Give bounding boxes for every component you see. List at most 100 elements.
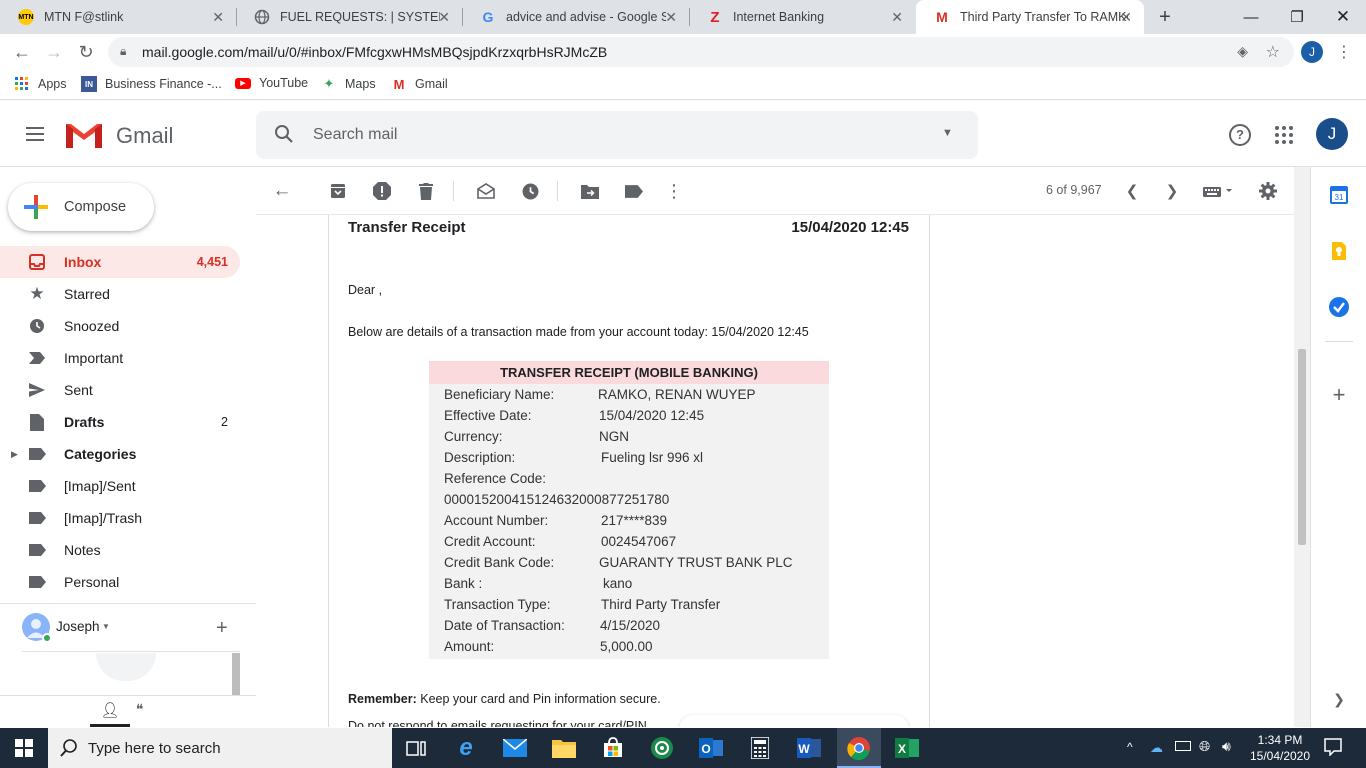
sidebar-item-personal[interactable]: Personal xyxy=(0,566,240,598)
delete-icon[interactable] xyxy=(414,179,438,203)
sidebar-item-imap-trash[interactable]: [Imap]/Trash xyxy=(0,502,240,534)
sidebar-item-inbox[interactable]: Inbox 4,451 xyxy=(0,246,240,278)
tab-gmail-active[interactable]: M Third Party Transfer To RAMKO ✕ xyxy=(916,0,1144,34)
back-icon[interactable]: ← xyxy=(10,40,34,64)
show-hidden-icons-icon[interactable]: ^ xyxy=(1127,740,1133,754)
bookmark-gmail[interactable]: M Gmail xyxy=(391,76,448,92)
notifications-icon[interactable] xyxy=(1324,738,1342,759)
reload-icon[interactable]: ↻ xyxy=(74,40,98,64)
search-options-icon[interactable]: ▼ xyxy=(942,127,953,139)
network-globe-icon[interactable]: 🌐︎ xyxy=(1199,738,1210,755)
sidebar-item-snoozed[interactable]: Snoozed xyxy=(0,310,240,342)
gmail-logo-icon[interactable] xyxy=(64,120,104,150)
expand-arrow-icon[interactable]: ▶ xyxy=(11,449,18,460)
windows-start-icon[interactable] xyxy=(12,736,36,760)
new-tab-icon[interactable]: + xyxy=(1154,6,1176,28)
user-dropdown-icon[interactable]: ▼ xyxy=(102,622,110,631)
chrome-icon[interactable] xyxy=(847,736,871,760)
bookmark-maps[interactable]: ✦ Maps xyxy=(321,76,376,92)
report-spam-icon[interactable] xyxy=(370,179,394,203)
label-as-icon[interactable] xyxy=(622,179,646,203)
bookmark-business-finance[interactable]: IN Business Finance -... xyxy=(81,76,222,92)
address-bar[interactable]: 🔒︎ mail.google.com/mail/u/0/#inbox/FMfcg… xyxy=(108,37,1294,67)
tab-google-search[interactable]: G advice and advise - Google Se ✕ xyxy=(462,0,689,34)
close-tab-icon[interactable]: ✕ xyxy=(438,9,450,26)
input-tools-icon[interactable] xyxy=(1198,179,1238,203)
help-icon[interactable]: ? xyxy=(1229,124,1251,146)
search-icon[interactable] xyxy=(274,124,294,147)
close-tab-icon[interactable]: ✕ xyxy=(1120,9,1132,26)
back-to-inbox-icon[interactable]: ← xyxy=(270,179,294,203)
keep-icon[interactable] xyxy=(1329,241,1349,261)
get-addons-icon[interactable]: + xyxy=(1329,382,1349,407)
edge-browser-icon[interactable]: e xyxy=(454,734,478,761)
tab-fuel-requests[interactable]: FUEL REQUESTS: | SYSTEM MA ✕ xyxy=(236,0,462,34)
taskbar-clock[interactable]: 1:34 PM 15/04/2020 xyxy=(1248,732,1312,764)
sidebar-item-drafts[interactable]: Drafts 2 xyxy=(0,406,240,438)
hangouts-scrollbar[interactable] xyxy=(232,653,240,695)
move-to-icon[interactable] xyxy=(578,179,602,203)
more-menu-icon[interactable]: ⋮ xyxy=(1336,42,1352,62)
mail-app-icon[interactable] xyxy=(503,736,527,760)
greenshot-app-icon[interactable] xyxy=(650,736,674,760)
close-tab-icon[interactable]: ✕ xyxy=(665,9,677,26)
close-tab-icon[interactable]: ✕ xyxy=(212,9,224,26)
sidebar-item-sent[interactable]: Sent xyxy=(0,374,240,406)
google-apps-icon[interactable] xyxy=(1274,125,1294,148)
restore-icon[interactable]: ❐ xyxy=(1274,0,1320,34)
calculator-icon[interactable] xyxy=(748,736,772,760)
battery-icon[interactable] xyxy=(1175,741,1191,751)
onedrive-icon[interactable]: ☁ xyxy=(1150,740,1163,756)
archive-icon[interactable] xyxy=(326,179,350,203)
volume-icon[interactable]: 🔊︎ xyxy=(1222,738,1231,755)
label-icon xyxy=(28,477,46,495)
sidebar-item-notes[interactable]: Notes xyxy=(0,534,240,566)
more-actions-icon[interactable]: ⋮ xyxy=(662,179,686,203)
tab-internet-banking[interactable]: Z Internet Banking ✕ xyxy=(689,0,915,34)
receipt-label: Currency: xyxy=(444,429,503,444)
snooze-icon[interactable] xyxy=(518,179,542,203)
email-greeting: Dear , xyxy=(348,283,383,297)
hangouts-avatar[interactable] xyxy=(22,613,52,643)
tasks-icon[interactable] xyxy=(1329,297,1349,317)
mark-unread-icon[interactable] xyxy=(474,179,498,203)
bookmark-youtube[interactable]: ▶ YouTube xyxy=(235,76,308,90)
bookmark-star-icon[interactable]: ☆ xyxy=(1266,42,1280,62)
scrollbar-thumb[interactable] xyxy=(1298,349,1306,545)
tab-mtn[interactable]: MTN MTN F@stlink ✕ xyxy=(0,0,236,34)
minimize-icon[interactable]: — xyxy=(1228,0,1274,34)
add-contact-icon[interactable]: + xyxy=(216,617,228,640)
close-tab-icon[interactable]: ✕ xyxy=(891,9,903,26)
main-menu-icon[interactable] xyxy=(26,125,46,143)
expand-panel-icon[interactable]: ❯ xyxy=(1329,689,1349,709)
word-icon[interactable]: W xyxy=(797,736,821,760)
store-icon[interactable] xyxy=(601,736,625,760)
bookmark-apps[interactable]: Apps xyxy=(14,76,67,92)
task-view-icon[interactable] xyxy=(404,736,428,760)
excel-icon[interactable]: X xyxy=(895,736,919,760)
taskbar-search-input[interactable]: Type here to search xyxy=(48,728,392,768)
extension-icon[interactable]: ◈ xyxy=(1237,43,1248,60)
calendar-icon[interactable]: 31 xyxy=(1329,185,1349,205)
hangouts-user-name[interactable]: Joseph xyxy=(56,619,100,634)
account-avatar[interactable]: J xyxy=(1316,118,1348,150)
lock-icon[interactable]: 🔒︎ xyxy=(120,44,126,59)
search-input[interactable]: Search mail ▼ xyxy=(256,111,978,159)
email-content-area: Transfer Receipt 15/04/2020 12:45 Dear ,… xyxy=(256,215,1294,727)
window-close-icon[interactable]: ✕ xyxy=(1320,0,1366,34)
sidebar-item-starred[interactable]: ★ Starred xyxy=(0,278,240,310)
older-email-icon[interactable]: ❯ xyxy=(1160,179,1184,203)
newer-email-icon[interactable]: ❮ xyxy=(1120,179,1144,203)
settings-gear-icon[interactable] xyxy=(1256,179,1280,203)
outlook-icon[interactable]: O xyxy=(699,736,723,760)
file-explorer-icon[interactable] xyxy=(552,736,576,760)
email-scrollbar[interactable] xyxy=(1294,167,1310,727)
sidebar-item-categories[interactable]: ▶ Categories xyxy=(0,438,240,470)
conversations-tab-icon[interactable]: ❝ xyxy=(136,701,144,718)
forward-icon[interactable]: → xyxy=(42,40,66,64)
profile-avatar[interactable]: J xyxy=(1301,41,1323,63)
contacts-tab-icon[interactable]: 👤︎ xyxy=(90,697,130,727)
sidebar-item-important[interactable]: Important xyxy=(0,342,240,374)
compose-button[interactable]: Compose xyxy=(8,183,154,231)
sidebar-item-imap-sent[interactable]: [Imap]/Sent xyxy=(0,470,240,502)
